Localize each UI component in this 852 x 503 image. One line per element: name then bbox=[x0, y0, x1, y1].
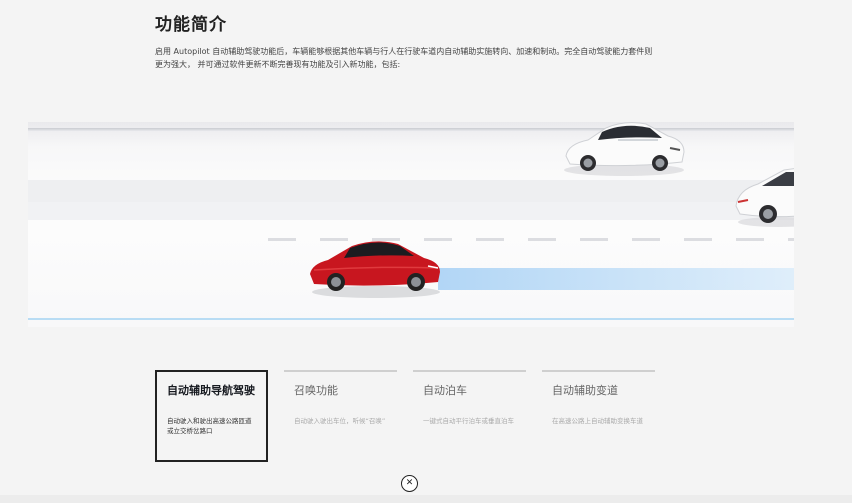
autopilot-path-highlight bbox=[438, 268, 794, 290]
feature-description: 一键式自动平行泊车或垂直泊车 bbox=[423, 417, 514, 425]
feature-tab-navigate-on-autopilot[interactable]: 自动辅助导航驾驶 自动驶入和驶出高速公路匝道或立交桥岔路口 bbox=[155, 370, 268, 462]
feature-tabs: 自动辅助导航驾驶 自动驶入和驶出高速公路匝道或立交桥岔路口 召唤功能 自动驶入驶… bbox=[155, 370, 655, 462]
close-button[interactable]: ✕ bbox=[401, 475, 418, 492]
feature-description: 自动驶入和驶出高速公路匝道或立交桥岔路口 bbox=[167, 417, 252, 435]
lane-edge-line bbox=[28, 318, 794, 320]
intro-description: 启用 Autopilot 自动辅助驾驶功能后，车辆能够根据其他车辆与行人在行驶车… bbox=[155, 47, 653, 69]
feature-title: 自动辅助导航驾驶 bbox=[167, 384, 255, 397]
white-suv-image bbox=[564, 122, 685, 176]
red-sedan-image bbox=[310, 241, 440, 298]
feature-tab-autopark[interactable]: 自动泊车 一键式自动平行泊车或垂直泊车 bbox=[413, 370, 526, 462]
road-lane-band bbox=[28, 180, 794, 204]
feature-title: 自动辅助变道 bbox=[552, 384, 618, 397]
feature-tab-summon[interactable]: 召唤功能 自动驶入驶出车位，听候“召唤” bbox=[284, 370, 397, 462]
feature-title: 召唤功能 bbox=[294, 384, 338, 397]
feature-description: 在高速公路上自动辅助变换车道 bbox=[552, 417, 643, 425]
feature-tab-auto-lane-change[interactable]: 自动辅助变道 在高速公路上自动辅助变换车道 bbox=[542, 370, 655, 462]
white-suv-partial-image bbox=[735, 168, 794, 227]
autopilot-road-illustration bbox=[28, 122, 794, 327]
road-lane-band bbox=[28, 202, 794, 220]
feature-title: 自动泊车 bbox=[423, 384, 467, 397]
intro-section: 功能简介 启用 Autopilot 自动辅助驾驶功能后，车辆能够根据其他车辆与行… bbox=[155, 10, 655, 71]
page-bottom-strip bbox=[0, 495, 852, 503]
page-title: 功能简介 bbox=[155, 15, 227, 35]
feature-description: 自动驶入驶出车位，听候“召唤” bbox=[294, 417, 386, 425]
close-icon: ✕ bbox=[405, 478, 414, 488]
